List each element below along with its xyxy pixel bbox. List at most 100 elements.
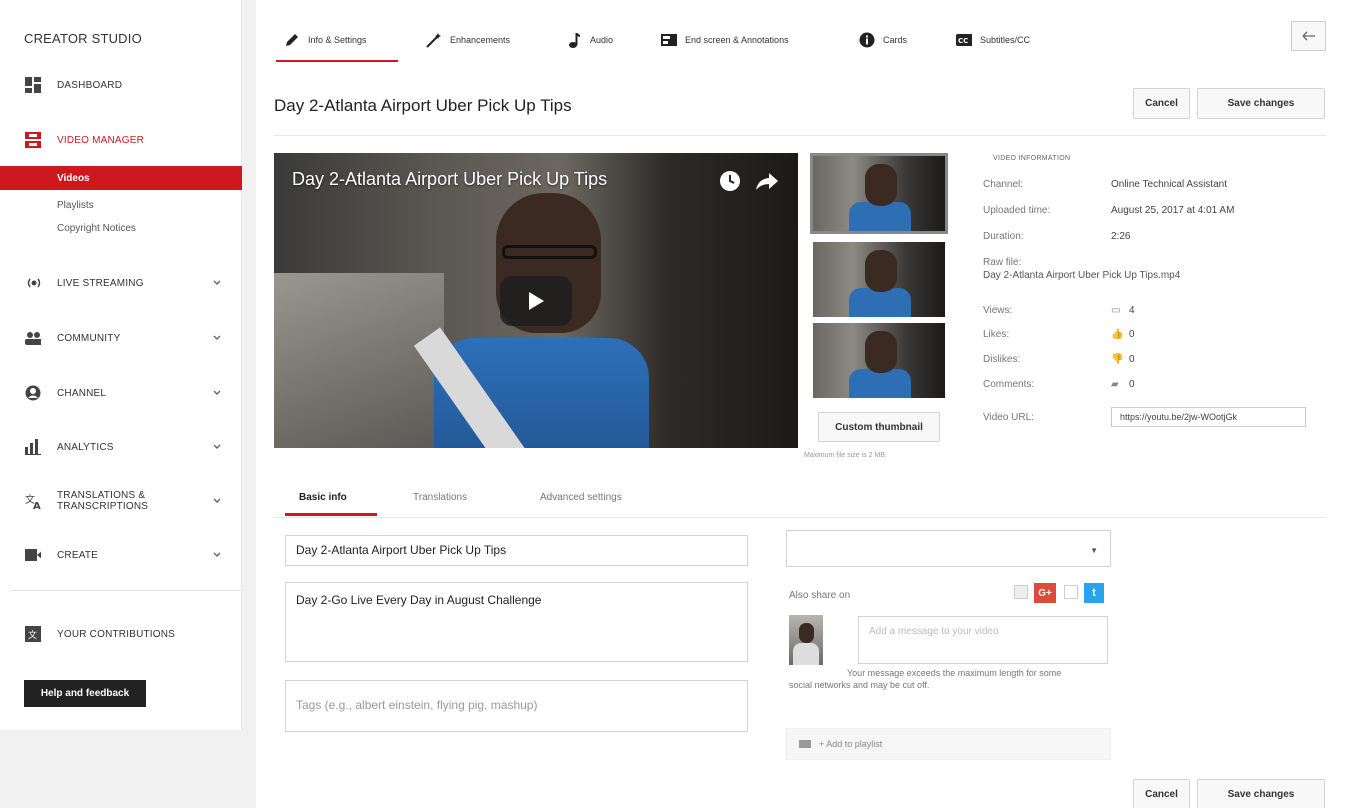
save-changes-button-bottom[interactable]: Save changes (1197, 779, 1325, 808)
tab-info-settings[interactable]: Info & Settings (284, 28, 367, 52)
sidebar-item-live-streaming[interactable]: LIVE STREAMING (0, 266, 242, 300)
google-plus-checkbox[interactable] (1014, 585, 1028, 599)
creator-studio-title: CREATOR STUDIO (24, 31, 142, 46)
chevron-down-icon[interactable] (212, 388, 222, 398)
svg-text:文: 文 (28, 629, 37, 641)
likes-value: 👍 0 (1111, 329, 1135, 340)
views-count: 4 (1129, 305, 1135, 316)
sidebar-item-label: COMMUNITY (57, 332, 121, 344)
views-label: Views: (983, 305, 1013, 316)
tab-subtitles-cc[interactable]: CC Subtitles/CC (956, 28, 1030, 52)
save-changes-button[interactable]: Save changes (1197, 88, 1325, 119)
sidebar-item-label: TRANSLATIONS & TRANSCRIPTIONS (57, 490, 148, 512)
cancel-button-bottom[interactable]: Cancel (1133, 779, 1190, 808)
raw-file-label: Raw file: (983, 257, 1022, 268)
title-field[interactable]: Day 2-Atlanta Airport Uber Pick Up Tips (285, 535, 748, 566)
sidebar-item-label: YOUR CONTRIBUTIONS (57, 628, 176, 640)
video-manager-icon (25, 132, 41, 148)
add-to-playlist-button[interactable]: + Add to playlist (786, 728, 1111, 760)
sidebar-item-your-contributions[interactable]: 文 YOUR CONTRIBUTIONS (0, 617, 242, 651)
video-player[interactable]: Day 2-Atlanta Airport Uber Pick Up Tips (274, 153, 798, 448)
twitter-icon[interactable]: t (1084, 583, 1104, 603)
max-file-size-note: Maximum file size is 2 MB. (804, 452, 887, 459)
description-field[interactable]: Day 2-Go Live Every Day in August Challe… (285, 582, 748, 662)
tab-advanced-settings[interactable]: Advanced settings (540, 492, 622, 503)
community-icon (25, 330, 41, 346)
add-to-playlist-label: + Add to playlist (819, 739, 883, 749)
views-value: ▭ 4 (1111, 305, 1135, 316)
sidebar-item-community[interactable]: COMMUNITY (0, 321, 242, 355)
chevron-down-icon[interactable] (212, 278, 222, 288)
help-and-feedback-button[interactable]: Help and feedback (24, 680, 146, 707)
sidebar-item-channel[interactable]: CHANNEL (0, 376, 242, 410)
info-icon (859, 32, 875, 48)
video-frame-glasses (502, 245, 597, 259)
avatar-head (799, 623, 814, 643)
sidebar-item-translations[interactable]: 文A TRANSLATIONS & TRANSCRIPTIONS (0, 484, 242, 518)
tab-label: Info & Settings (308, 35, 367, 45)
sidebar-item-label-line1: TRANSLATIONS & (57, 490, 146, 501)
thumbnail-option-3[interactable] (813, 323, 945, 398)
tab-translations[interactable]: Translations (413, 492, 467, 503)
player-title: Day 2-Atlanta Airport Uber Pick Up Tips (292, 169, 608, 189)
thumbs-down-icon: 👎 (1111, 354, 1124, 365)
sidebar-subitem-videos[interactable]: Videos (0, 166, 242, 190)
chevron-down-icon[interactable] (212, 333, 222, 343)
thumbnail-option-1[interactable] (810, 153, 948, 234)
also-share-on-label: Also share on (789, 590, 851, 601)
tab-end-screen-annotations[interactable]: End screen & Annotations (661, 28, 789, 52)
divider (274, 517, 1326, 518)
tags-field[interactable]: Tags (e.g., albert einstein, flying pig,… (285, 680, 748, 732)
custom-thumbnail-button[interactable]: Custom thumbnail (818, 412, 940, 442)
analytics-icon (25, 439, 41, 455)
sidebar-item-video-manager[interactable]: VIDEO MANAGER (0, 123, 242, 157)
watch-later-icon[interactable] (719, 170, 741, 192)
top-tabs: Info & Settings Enhancements Audio End s… (256, 0, 1351, 80)
thumbnail-head (865, 331, 897, 373)
sidebar-item-label-line2: TRANSCRIPTIONS (57, 501, 149, 512)
comment-icon: ▰ (1111, 379, 1119, 390)
active-tab-indicator (276, 60, 398, 62)
avatar (789, 615, 823, 665)
privacy-select[interactable]: ▼ (786, 530, 1111, 567)
svg-text:A: A (33, 501, 41, 509)
thumbnail-option-2[interactable] (813, 242, 945, 317)
comments-label: Comments: (983, 379, 1035, 390)
video-url-field[interactable]: https://youtu.be/2jw-WOotjGk (1111, 407, 1306, 427)
thumbnail-shirt (849, 202, 911, 231)
sidebar-subitem-copyright-notices[interactable]: Copyright Notices (0, 216, 242, 240)
share-message-input[interactable]: Add a message to your video (858, 616, 1108, 664)
chevron-down-icon[interactable] (212, 442, 222, 452)
back-arrow-icon (1302, 31, 1315, 41)
play-icon (529, 292, 544, 310)
tab-cards[interactable]: Cards (859, 28, 907, 52)
likes-label: Likes: (983, 329, 1010, 340)
tab-enhancements[interactable]: Enhancements (426, 28, 510, 52)
chevron-down-icon[interactable] (212, 550, 222, 560)
sidebar-subitem-playlists[interactable]: Playlists (0, 193, 242, 217)
sidebar-item-dashboard[interactable]: DASHBOARD (0, 68, 242, 102)
chevron-down-icon[interactable] (212, 496, 222, 506)
duration-label: Duration: (983, 231, 1024, 242)
video-frame-seat (274, 273, 444, 448)
google-plus-icon[interactable]: G+ (1034, 583, 1056, 603)
tab-basic-info[interactable]: Basic info (299, 492, 347, 503)
page-title: Day 2-Atlanta Airport Uber Pick Up Tips (274, 96, 572, 115)
play-button[interactable] (500, 276, 572, 326)
share-icon[interactable] (755, 170, 779, 192)
sidebar-divider (10, 590, 242, 591)
comments-count: 0 (1129, 379, 1135, 390)
twitter-checkbox[interactable] (1064, 585, 1078, 599)
duration-value: 2:26 (1111, 231, 1131, 242)
sidebar-item-label: CREATE (57, 549, 99, 561)
back-button[interactable] (1291, 21, 1326, 51)
sidebar-item-analytics[interactable]: ANALYTICS (0, 430, 242, 464)
dislikes-value: 👎 0 (1111, 354, 1135, 365)
thumbs-up-icon: 👍 (1111, 329, 1124, 340)
tab-audio[interactable]: Audio (566, 28, 613, 52)
contributions-icon: 文 (25, 626, 41, 642)
sidebar-item-create[interactable]: CREATE (0, 538, 242, 572)
thumbnail-shirt (849, 288, 911, 317)
cancel-button[interactable]: Cancel (1133, 88, 1190, 119)
dislikes-count: 0 (1129, 354, 1135, 365)
